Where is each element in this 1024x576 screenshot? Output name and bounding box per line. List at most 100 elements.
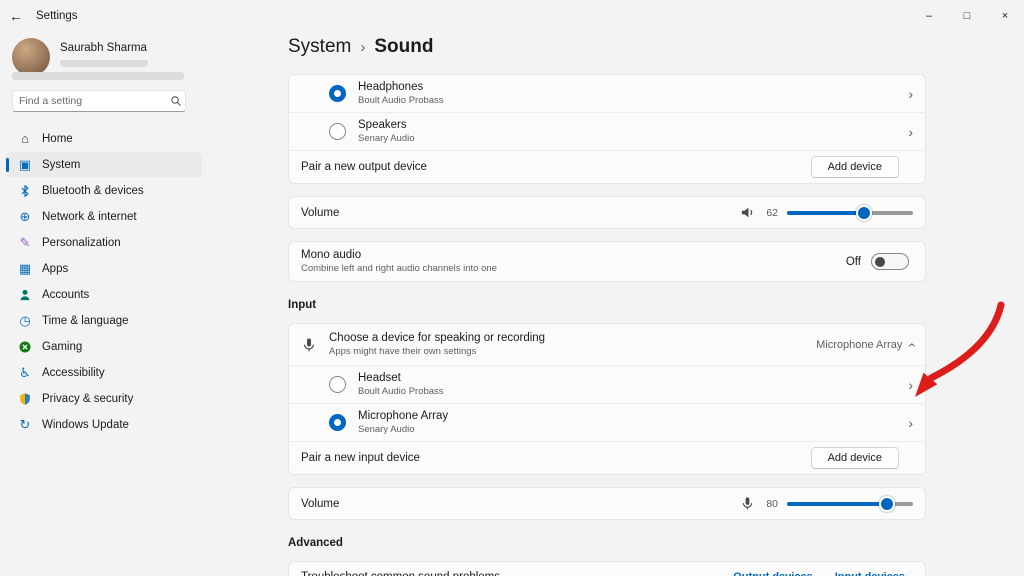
choose-input-subtitle: Apps might have their own settings <box>329 346 545 357</box>
sidebar-item-network-internet[interactable]: ⊕ Network & internet <box>6 204 202 229</box>
output-devices-card: Headphones Boult Audio Probass › Speaker… <box>288 74 926 184</box>
network-icon: ⊕ <box>16 209 34 225</box>
home-icon: ⌂ <box>16 131 34 146</box>
breadcrumb-parent[interactable]: System <box>288 36 351 58</box>
input-volume-slider[interactable] <box>787 502 913 506</box>
troubleshoot-title: Troubleshoot common sound problems <box>301 571 500 576</box>
headphones-radio[interactable] <box>329 85 346 102</box>
sidebar-item-accounts[interactable]: Accounts <box>6 282 202 307</box>
add-input-device-button[interactable]: Add device <box>811 447 899 469</box>
pair-input-label: Pair a new input device <box>301 452 420 464</box>
speakers-radio[interactable] <box>329 123 346 140</box>
input-volume-slider-thumb[interactable] <box>787 502 888 506</box>
pair-output-label: Pair a new output device <box>301 161 427 173</box>
apps-icon: ▦ <box>16 261 34 277</box>
sidebar-item-personalization[interactable]: ✎ Personalization <box>6 230 202 255</box>
device-name: Microphone Array <box>358 410 448 422</box>
mono-audio-toggle[interactable] <box>871 253 909 270</box>
output-device-row-speakers[interactable]: Speakers Senary Audio › <box>289 113 925 150</box>
microphone-array-radio[interactable] <box>329 414 346 431</box>
device-subtitle: Boult Audio Probass <box>358 386 444 397</box>
accounts-icon <box>16 288 34 302</box>
pair-input-device-row: Pair a new input device Add device <box>289 442 925 474</box>
chevron-right-icon[interactable]: › <box>908 378 913 392</box>
choose-input-title: Choose a device for speaking or recordin… <box>329 332 545 344</box>
back-button[interactable]: ← <box>0 0 32 32</box>
input-volume-value: 80 <box>764 498 778 510</box>
device-subtitle: Boult Audio Probass <box>358 95 444 106</box>
accessibility-icon: ♿ <box>16 365 34 381</box>
headset-radio[interactable] <box>329 376 346 393</box>
input-device-row-microphone-array[interactable]: Microphone Array Senary Audio › <box>289 404 925 441</box>
device-name: Speakers <box>358 119 415 131</box>
sidebar-item-system[interactable]: ▣ System <box>6 152 202 177</box>
search-box[interactable] <box>12 90 186 112</box>
selected-input-device: Microphone Array <box>816 339 902 351</box>
close-button[interactable]: × <box>986 0 1024 32</box>
page-title: Sound <box>374 36 433 58</box>
microphone-icon <box>301 337 317 353</box>
search-input[interactable] <box>13 95 167 107</box>
titlebar: ← Settings – □ × <box>0 0 1024 32</box>
user-name: Saurabh Sharma <box>60 42 148 54</box>
advanced-section-header: Advanced <box>288 537 926 549</box>
input-device-row-headset[interactable]: Headset Boult Audio Probass › <box>289 366 925 403</box>
bluetooth-icon <box>16 184 34 198</box>
breadcrumb: System › Sound <box>288 32 926 62</box>
system-icon: ▣ <box>16 157 34 173</box>
device-name: Headset <box>358 372 444 384</box>
sidebar-item-time-language[interactable]: ◷ Time & language <box>6 308 202 333</box>
windows-update-icon: ↻ <box>16 417 34 433</box>
avatar <box>12 38 50 76</box>
app-title: Settings <box>36 10 78 22</box>
input-devices-link[interactable]: Input devices <box>835 571 905 576</box>
chevron-right-icon[interactable]: › <box>908 125 913 139</box>
sidebar-item-bluetooth-devices[interactable]: Bluetooth & devices <box>6 178 202 203</box>
input-volume-label: Volume <box>301 498 339 510</box>
mono-audio-card: Mono audio Combine left and right audio … <box>288 241 926 282</box>
mono-audio-title: Mono audio <box>301 249 497 261</box>
output-volume-value: 62 <box>764 207 778 219</box>
microphone-icon[interactable] <box>740 496 755 511</box>
chevron-right-icon[interactable]: › <box>908 416 913 430</box>
mono-audio-subtitle: Combine left and right audio channels in… <box>301 263 497 274</box>
minimize-button[interactable]: – <box>910 0 948 32</box>
sidebar-nav: ⌂ Home ▣ System Bluetooth & devices ⊕ Ne… <box>6 126 202 438</box>
input-devices-card: Choose a device for speaking or recordin… <box>288 323 926 475</box>
sidebar-item-gaming[interactable]: Gaming <box>6 334 202 359</box>
sidebar: Saurabh Sharma ⌂ Home ▣ System Bluetooth… <box>0 32 250 576</box>
output-volume-slider[interactable] <box>787 211 913 215</box>
sidebar-item-home[interactable]: ⌂ Home <box>6 126 202 151</box>
user-profile[interactable]: Saurabh Sharma <box>12 38 148 76</box>
breadcrumb-separator-icon: › <box>360 39 365 56</box>
sidebar-item-privacy-security[interactable]: Privacy & security <box>6 386 202 411</box>
pair-output-device-row: Pair a new output device Add device <box>289 151 925 183</box>
time-language-icon: ◷ <box>16 313 34 329</box>
input-section-header: Input <box>288 299 926 311</box>
add-output-device-button[interactable]: Add device <box>811 156 899 178</box>
device-subtitle: Senary Audio <box>358 133 415 144</box>
troubleshoot-card: Troubleshoot common sound problems Outpu… <box>288 561 926 576</box>
sidebar-item-windows-update[interactable]: ↻ Windows Update <box>6 412 202 437</box>
output-volume-slider-thumb[interactable] <box>787 211 865 215</box>
output-devices-link[interactable]: Output devices <box>733 571 812 576</box>
sidebar-item-apps[interactable]: ▦ Apps <box>6 256 202 281</box>
sidebar-item-accessibility[interactable]: ♿ Accessibility <box>6 360 202 385</box>
privacy-security-icon <box>16 392 34 406</box>
chevron-up-icon[interactable]: › <box>903 342 919 347</box>
device-subtitle: Senary Audio <box>358 424 448 435</box>
choose-input-device-row[interactable]: Choose a device for speaking or recordin… <box>289 324 925 365</box>
redacted-account-text <box>60 60 148 67</box>
personalization-icon: ✎ <box>16 235 34 251</box>
maximize-button[interactable]: □ <box>948 0 986 32</box>
device-name: Headphones <box>358 81 444 93</box>
output-device-row-headphones[interactable]: Headphones Boult Audio Probass › <box>289 75 925 112</box>
chevron-right-icon[interactable]: › <box>908 87 913 101</box>
input-volume-card: Volume 80 <box>288 487 926 520</box>
output-volume-label: Volume <box>301 207 339 219</box>
speaker-icon[interactable] <box>740 205 755 220</box>
redacted-account-line <box>12 72 184 80</box>
toggle-knob <box>875 257 885 267</box>
output-volume-card: Volume 62 <box>288 196 926 229</box>
gaming-icon <box>16 340 34 354</box>
